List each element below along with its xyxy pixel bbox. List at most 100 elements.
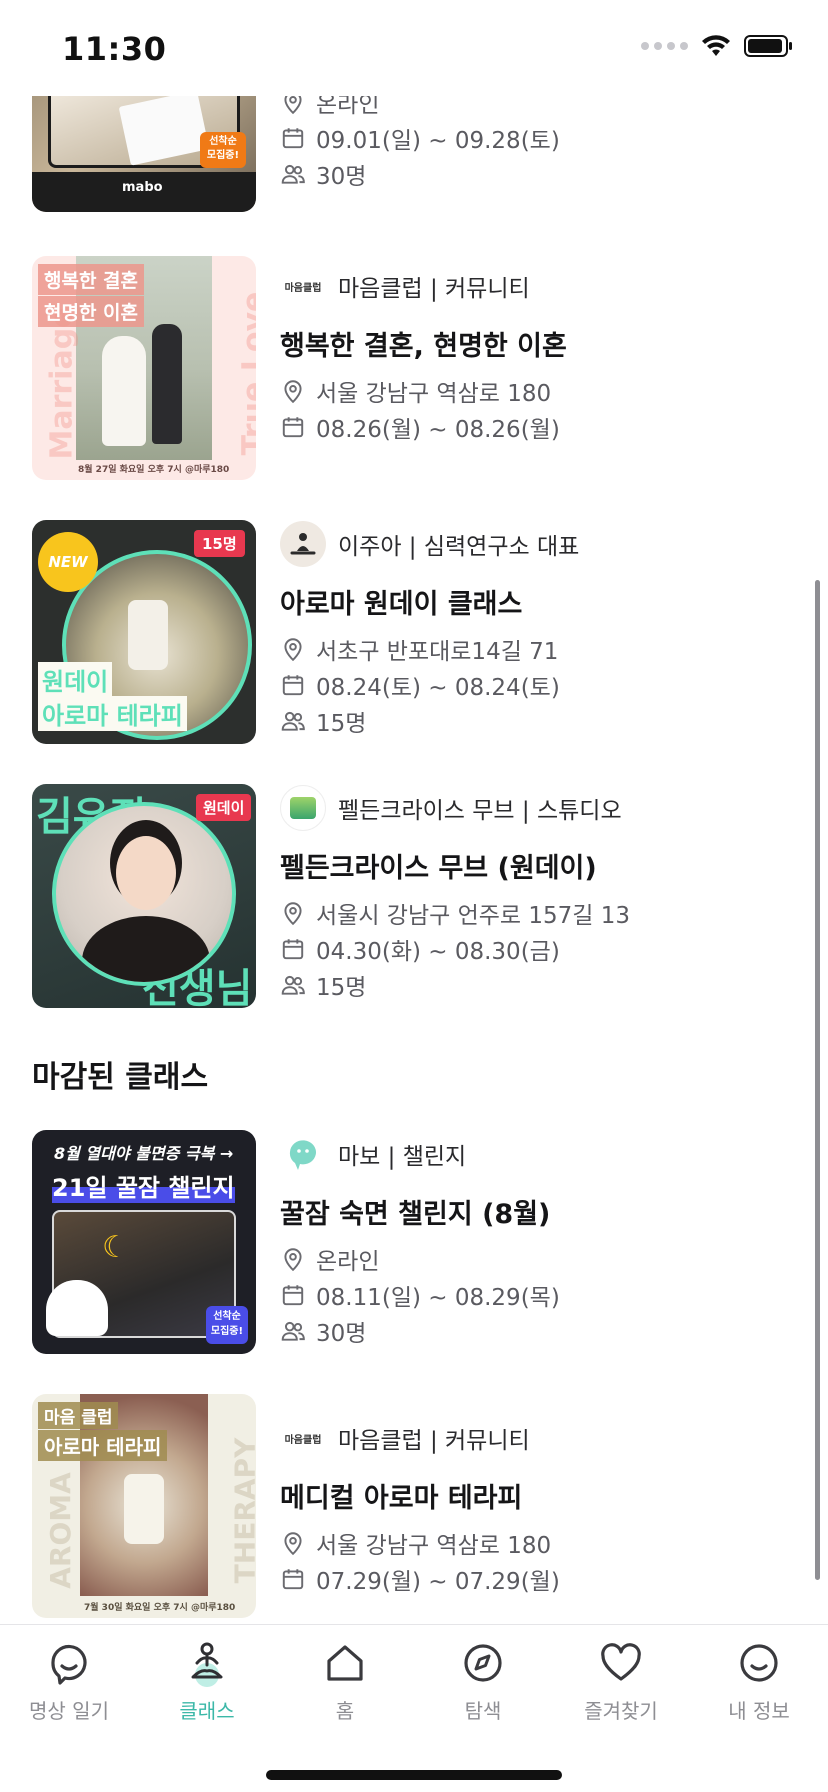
class-capacity-text: 30명 — [316, 1321, 367, 1347]
class-organizer: 마음클럽 마음클럽 | 커뮤니티 — [280, 1414, 800, 1462]
location-pin-icon — [284, 1532, 302, 1556]
thumbnail-footer: 7월 30일 화요일 오후 7시 @마루180 — [84, 1603, 236, 1613]
class-list[interactable]: mabo 선착순 모집중! 온라인 09.01(일) ~ 09.28(토) 30… — [0, 96, 828, 1624]
thumbnail-title-line: 행복한 결혼 — [38, 264, 145, 295]
thumbnail-badge: 선착순 모집중! — [206, 1306, 248, 1344]
class-dates-text: 08.26(월) ~ 08.26(월) — [316, 417, 560, 443]
scrollbar[interactable] — [815, 580, 820, 1580]
tab-favorites[interactable]: 즐겨찾기 — [552, 1639, 690, 1749]
class-card[interactable]: AROMA THERAPY 마음 클럽 아로마 테라피 7월 30일 화요일 오… — [32, 1394, 802, 1618]
class-card[interactable]: 8월 열대야 불면증 극복 → 21일 꿀잠 챌린지 ☾ 선착순 모집중! 마보… — [32, 1130, 802, 1354]
class-organizer: 마보 | 챌린지 — [280, 1130, 800, 1178]
class-location-text: 서울 강남구 역삼로 180 — [316, 381, 552, 407]
class-info: 마음클럽 마음클럽 | 커뮤니티 메디컬 아로마 테라피 서울 강남구 역삼로 … — [280, 1394, 800, 1597]
calendar-icon — [282, 1569, 304, 1590]
meditating-person-icon — [290, 533, 316, 555]
class-dates-text: 04.30(화) ~ 08.30(금) — [316, 939, 560, 965]
tab-class[interactable]: 클래스 — [138, 1639, 276, 1749]
thumbnail-title-line: 아로마 테라피 — [38, 696, 187, 731]
organizer-avatar — [280, 521, 326, 567]
status-time: 11:30 — [62, 30, 167, 68]
class-dates: 08.26(월) ~ 08.26(월) — [280, 409, 800, 445]
thumbnail-subtitle: 8월 열대야 불면증 극복 → — [54, 1144, 234, 1163]
class-capacity-text: 15명 — [316, 975, 367, 1001]
thumbnail-side-text: THERAPY — [228, 1437, 256, 1584]
organizer-name: 펠든크라이스 무브 | 스튜디오 — [338, 798, 622, 824]
tab-label: 홈 — [335, 1699, 355, 1723]
meditation-icon — [191, 1642, 223, 1687]
class-capacity: 30명 — [280, 156, 800, 192]
class-dates-text: 08.24(토) ~ 08.24(토) — [316, 675, 560, 701]
wifi-icon — [702, 35, 730, 56]
class-organizer: 펠든크라이스 무브 | 스튜디오 — [280, 784, 800, 832]
mabo-bubble-icon — [289, 1140, 316, 1170]
class-dates: 08.11(일) ~ 08.29(목) — [280, 1277, 800, 1313]
thumbnail-title-line: 현명한 이혼 — [38, 296, 145, 327]
calendar-icon — [282, 1285, 304, 1306]
class-card[interactable]: 김유진 선생님 원데이 펠든크라이스 무브 | 스튜디오 펠든크라이스 무브 (… — [32, 784, 802, 1008]
class-capacity-text: 30명 — [316, 164, 367, 190]
thumbnail-badge: 선착순 모집중! — [200, 132, 246, 168]
class-dates-text: 08.11(일) ~ 08.29(목) — [316, 1285, 560, 1311]
class-info: 펠든크라이스 무브 | 스튜디오 펠든크라이스 무브 (원데이) 서울시 강남구… — [280, 784, 800, 1003]
studio-logo-icon — [290, 797, 316, 819]
class-title: 꿀잠 숙면 챌린지 (8월) — [280, 1199, 551, 1230]
people-icon — [281, 1321, 305, 1341]
thumbnail-title-line: 마음 클럽 — [38, 1402, 119, 1429]
class-location: 온라인 — [280, 1241, 800, 1277]
class-location-text: 온라인 — [316, 1249, 380, 1275]
class-capacity: 30명 — [280, 1313, 800, 1349]
class-dates: 04.30(화) ~ 08.30(금) — [280, 931, 800, 967]
calendar-icon — [282, 417, 304, 438]
class-info: 마보 | 챌린지 꿀잠 숙면 챌린지 (8월) 온라인 08.11(일) ~ 0… — [280, 1130, 800, 1349]
class-title: 메디컬 아로마 테라피 — [280, 1483, 523, 1514]
tab-home[interactable]: 홈 — [276, 1639, 414, 1749]
organizer-name: 마음클럽 | 커뮤니티 — [338, 276, 530, 302]
signal-icon — [641, 42, 688, 50]
moon-icon: ☾ — [102, 1230, 129, 1265]
calendar-icon — [282, 675, 304, 696]
smile-bubble-icon — [51, 1644, 87, 1685]
people-icon — [281, 711, 305, 731]
class-thumbnail: mabo 선착순 모집중! — [32, 96, 256, 212]
tab-my-info[interactable]: 내 정보 — [690, 1639, 828, 1749]
thumbnail-title-line: 21일 꿀잠 챌린지 — [52, 1168, 235, 1203]
tab-label: 즐겨찾기 — [584, 1699, 658, 1723]
class-location: 서울 강남구 역삼로 180 — [280, 1525, 800, 1561]
class-location: 서초구 반포대로14길 71 — [280, 631, 800, 667]
tab-bar: 명상 일기 클래스 홈 탐색 즐겨찾기 내 정보 — [0, 1624, 828, 1792]
calendar-icon — [282, 128, 304, 149]
class-capacity-text: 15명 — [316, 711, 367, 737]
thumbnail-badge: 원데이 — [196, 794, 252, 821]
compass-icon — [464, 1644, 502, 1682]
thumbnail-side-text: AROMA — [43, 1472, 77, 1589]
class-card[interactable]: Marriage True Love 행복한 결혼 현명한 이혼 8월 27일 … — [32, 256, 802, 480]
class-organizer: 마음클럽 마음클럽 | 커뮤니티 — [280, 262, 800, 310]
class-location-text: 서초구 반포대로14길 71 — [316, 639, 559, 665]
organizer-logo: 마음클럽 — [280, 263, 326, 309]
class-location-text: 온라인 — [316, 96, 380, 118]
thumbnail-side-text: Marriage — [44, 307, 80, 460]
class-card[interactable]: mabo 선착순 모집중! 온라인 09.01(일) ~ 09.28(토) 30… — [32, 96, 802, 212]
smile-icon — [740, 1644, 778, 1682]
class-dates: 08.24(토) ~ 08.24(토) — [280, 667, 800, 703]
organizer-name: 마음클럽 | 커뮤니티 — [338, 1428, 530, 1454]
count-badge: 15명 — [194, 530, 245, 557]
location-pin-icon — [284, 902, 302, 926]
class-title: 아로마 원데이 클래스 — [280, 589, 523, 620]
class-thumbnail: 김유진 선생님 원데이 — [32, 784, 256, 1008]
class-dates: 09.01(일) ~ 09.28(토) — [280, 120, 800, 156]
class-dates-text: 07.29(월) ~ 07.29(월) — [316, 1569, 560, 1595]
calendar-icon — [282, 939, 304, 960]
class-thumbnail: 8월 열대야 불면증 극복 → 21일 꿀잠 챌린지 ☾ 선착순 모집중! — [32, 1130, 256, 1354]
class-info: 온라인 09.01(일) ~ 09.28(토) 30명 — [280, 96, 800, 192]
class-card[interactable]: NEW 15명 원데이 아로마 테라피 이주아 | 심력연구소 대표 아로마 원… — [32, 520, 802, 744]
thumbnail-title-line: 아로마 테라피 — [38, 1430, 168, 1461]
tab-meditation-diary[interactable]: 명상 일기 — [0, 1639, 138, 1749]
thumbnail-side-text: True Love — [236, 291, 256, 456]
organizer-name: 마보 | 챌린지 — [338, 1144, 467, 1170]
battery-icon — [744, 35, 792, 57]
tab-label: 탐색 — [464, 1699, 502, 1723]
tab-explore[interactable]: 탐색 — [414, 1639, 552, 1749]
class-location: 온라인 — [280, 96, 800, 120]
